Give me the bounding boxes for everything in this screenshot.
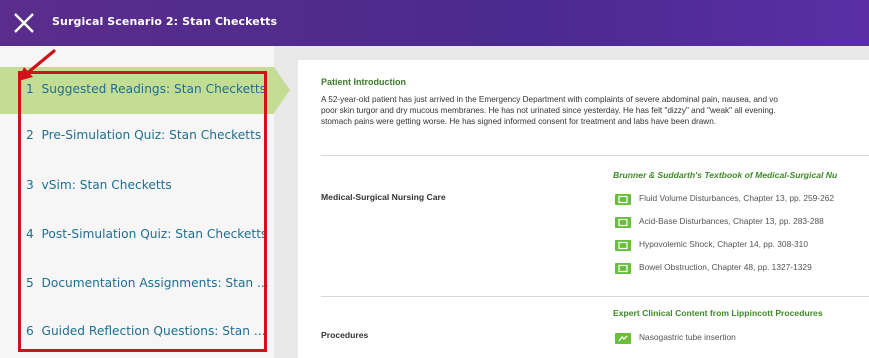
book-icon [615, 217, 631, 228]
reading-link-label: Acid-Base Disturbances, Chapter 13, pp. … [639, 216, 824, 226]
active-item-pointer [274, 67, 290, 113]
source-title-lippincott: Expert Clinical Content from Lippincott … [613, 308, 823, 318]
intro-line: A 52-year-old patient has just arrived i… [321, 95, 778, 104]
procedure-link-label: Nasogastric tube insertion [639, 332, 736, 342]
readings-panel: Patient Introduction A 52-year-old patie… [298, 60, 869, 358]
book-icon [615, 240, 631, 251]
book-icon [615, 194, 631, 205]
intro-line: poor skin turgor and dry mucous membrane… [321, 106, 776, 115]
intro-line: stomach pains were getting worse. He has… [321, 117, 717, 126]
reading-link-label: Hypovolemic Shock, Chapter 14, pp. 308-3… [639, 239, 808, 249]
book-icon [615, 263, 631, 274]
scenario-title: Surgical Scenario 2: Stan Checketts [52, 15, 278, 28]
close-button[interactable] [10, 9, 38, 37]
annotation-arrow-icon [18, 49, 56, 81]
patient-introduction-heading: Patient Introduction [321, 77, 406, 87]
source-title-brunner: Brunner & Suddarth's Textbook of Medical… [613, 170, 838, 180]
procedure-icon [615, 333, 631, 344]
close-icon [14, 13, 34, 33]
divider [321, 296, 869, 297]
divider [321, 155, 869, 156]
section-label-medical-surgical: Medical-Surgical Nursing Care [321, 192, 446, 202]
app-header: Surgical Scenario 2: Stan Checketts [0, 0, 869, 46]
reading-link-label: Fluid Volume Disturbances, Chapter 13, p… [639, 193, 835, 203]
section-label-procedures: Procedures [321, 330, 369, 340]
annotation-highlight-box [18, 71, 267, 352]
reading-link-label: Bowel Obstruction, Chapter 48, pp. 1327-… [639, 262, 812, 272]
